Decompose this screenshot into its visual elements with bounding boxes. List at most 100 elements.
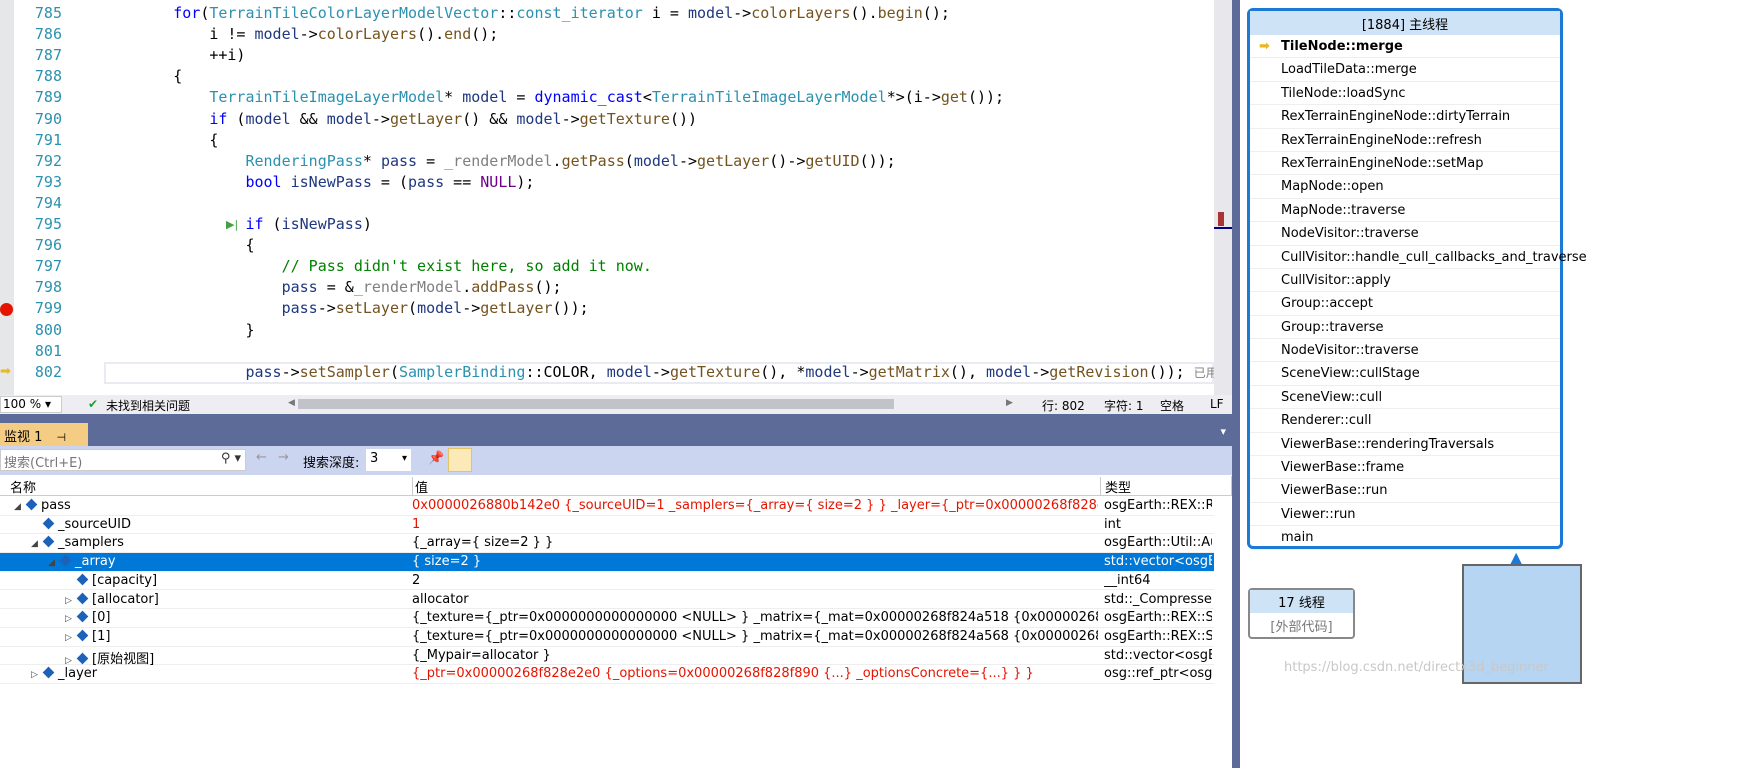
- name-text: [capacity]: [92, 572, 158, 588]
- show-raw-icon[interactable]: [448, 448, 472, 472]
- expand-icon[interactable]: ▷: [65, 633, 77, 643]
- filter-pin-icon[interactable]: 📌: [428, 451, 444, 466]
- watch-row[interactable]: _sourceUID 1 int: [0, 516, 1214, 535]
- breakpoint-icon[interactable]: [0, 303, 13, 316]
- value-cell[interactable]: {_texture={_ptr=0x0000000000000000 <NULL…: [412, 610, 1098, 625]
- stack-frame[interactable]: Viewer::run: [1250, 503, 1560, 527]
- code-line[interactable]: if (isNewPass): [110, 215, 371, 233]
- code-line[interactable]: pass->setLayer(model->getLayer());: [110, 299, 589, 317]
- code-line[interactable]: {: [110, 236, 254, 254]
- code-editor[interactable]: 785 for(TerrainTileColorLayerModelVector…: [0, 0, 1232, 395]
- stack-frame[interactable]: ViewerBase::renderingTraversals: [1250, 433, 1560, 457]
- scroll-left-icon[interactable]: ◀: [288, 398, 295, 408]
- watch-row[interactable]: ◢ _array { size=2 } std::vector<osgE...: [0, 553, 1214, 572]
- code-token: ->: [850, 362, 869, 381]
- expand-icon[interactable]: ▷: [65, 596, 77, 606]
- code-token: (: [408, 299, 418, 318]
- value-cell[interactable]: {_Mypair=allocator }: [412, 648, 1098, 663]
- stack-frame[interactable]: MapNode::traverse: [1250, 199, 1560, 223]
- code-line[interactable]: bool isNewPass = (pass == NULL);: [110, 173, 534, 191]
- value-cell[interactable]: 1: [412, 517, 1098, 532]
- value-cell[interactable]: { size=2 }: [412, 554, 1098, 569]
- line-ending[interactable]: LF: [1210, 397, 1224, 411]
- stack-frame[interactable]: ViewerBase::run: [1250, 479, 1560, 503]
- code-line[interactable]: for(TerrainTileColorLayerModelVector::co…: [110, 4, 950, 22]
- value-cell[interactable]: {_texture={_ptr=0x0000000000000000 <NULL…: [412, 629, 1098, 644]
- breakpoint-gutter[interactable]: [0, 0, 14, 395]
- code-line[interactable]: TerrainTileImageLayerModel* model = dyna…: [110, 88, 1004, 106]
- value-cell[interactable]: 2: [412, 573, 1098, 588]
- code-line[interactable]: i != model->colorLayers().end();: [110, 25, 498, 43]
- zoom-dropdown[interactable]: 100 % ▾: [0, 396, 62, 413]
- run-to-click-icon[interactable]: ▶|: [226, 218, 238, 231]
- stack-frame[interactable]: Group::traverse: [1250, 316, 1560, 340]
- value-cell[interactable]: {_ptr=0x00000268f828e2e0 {_options=0x000…: [412, 666, 1098, 681]
- code-line[interactable]: // Pass didn't exist here, so add it now…: [110, 257, 652, 275]
- code-token: ());: [552, 299, 589, 318]
- stack-frame[interactable]: TileNode::loadSync: [1250, 82, 1560, 106]
- watch-row[interactable]: ◢ pass 0x0000026880b142e0 {_sourceUID=1 _…: [0, 497, 1214, 516]
- stack-frame[interactable]: ➡ TileNode::merge: [1250, 35, 1560, 59]
- forward-icon[interactable]: →: [278, 450, 289, 465]
- code-line[interactable]: }: [110, 321, 254, 339]
- stack-frame[interactable]: SceneView::cull: [1250, 386, 1560, 410]
- watch-row[interactable]: ▷ [1] {_texture={_ptr=0x0000000000000000 …: [0, 628, 1214, 647]
- watch-row[interactable]: ▷ [0] {_texture={_ptr=0x0000000000000000 …: [0, 609, 1214, 628]
- horizontal-scrollbar[interactable]: [298, 399, 894, 409]
- value-cell[interactable]: 0x0000026880b142e0 {_sourceUID=1 _sample…: [412, 498, 1098, 513]
- stack-frame[interactable]: CullVisitor::apply: [1250, 269, 1560, 293]
- whitespace-mode[interactable]: 空格: [1160, 397, 1184, 414]
- vertical-scrollbar[interactable]: [1214, 0, 1232, 395]
- code-line[interactable]: {: [110, 131, 218, 149]
- panel-splitter[interactable]: [1232, 0, 1240, 768]
- issues-status[interactable]: 未找到相关问题: [106, 397, 190, 414]
- stack-frame[interactable]: Renderer::cull: [1250, 409, 1560, 433]
- code-line[interactable]: RenderingPass* pass = _renderModel.getPa…: [110, 152, 895, 170]
- column-type[interactable]: 类型: [1100, 477, 1131, 496]
- stack-frame[interactable]: CullVisitor::handle_cull_callbacks_and_t…: [1250, 246, 1587, 269]
- expand-icon[interactable]: ▷: [65, 656, 77, 666]
- expand-icon[interactable]: ▷: [31, 670, 43, 680]
- code-line[interactable]: pass = &_renderModel.addPass();: [110, 278, 562, 296]
- watch-row[interactable]: ▷ [原始视图] {_Mypair=allocator } std::vector…: [0, 647, 1214, 667]
- dropdown-icon[interactable]: ▾: [1220, 425, 1226, 438]
- scroll-right-icon[interactable]: ▶: [1006, 398, 1013, 408]
- expand-icon[interactable]: ◢: [14, 502, 26, 512]
- value-cell[interactable]: {_array={ size=2 } }: [412, 535, 1098, 550]
- watch-row[interactable]: ▷ [allocator] allocator std::_Compresse..…: [0, 591, 1214, 610]
- stack-frame[interactable]: ViewerBase::frame: [1250, 456, 1560, 480]
- back-icon[interactable]: ←: [256, 450, 267, 465]
- search-icon[interactable]: ⚲ ▾: [221, 451, 241, 466]
- value-cell[interactable]: allocator: [412, 592, 1098, 607]
- expand-icon[interactable]: ◢: [31, 539, 43, 549]
- panel-divider[interactable]: [0, 414, 1232, 423]
- tab-watch-1[interactable]: 监视 1 ⊣ ✕: [0, 423, 88, 460]
- stack-frame[interactable]: NodeVisitor::traverse: [1250, 222, 1560, 246]
- search-input[interactable]: 搜索(Ctrl+E) ⚲ ▾: [0, 449, 246, 471]
- stack-frame[interactable]: MapNode::open: [1250, 175, 1560, 199]
- scroll-position-marker: [1214, 227, 1232, 229]
- column-value[interactable]: 值: [412, 477, 428, 496]
- code-line[interactable]: {: [110, 67, 182, 85]
- expand-icon[interactable]: ▷: [65, 614, 77, 624]
- watch-row[interactable]: [capacity] 2 __int64: [0, 572, 1214, 591]
- threads-box[interactable]: 17 线程 [外部代码]: [1248, 588, 1355, 639]
- code-line[interactable]: pass->setSampler(SamplerBinding::COLOR, …: [110, 363, 1232, 381]
- column-name[interactable]: 名称: [10, 477, 36, 496]
- watch-row[interactable]: ◢ _samplers {_array={ size=2 } } osgEarth…: [0, 534, 1214, 554]
- stack-frame[interactable]: NodeVisitor::traverse: [1250, 339, 1560, 363]
- depth-dropdown[interactable]: 3 ▾: [366, 449, 411, 471]
- stack-frame[interactable]: RexTerrainEngineNode::refresh: [1250, 129, 1560, 152]
- stack-frame[interactable]: SceneView::cullStage: [1250, 362, 1560, 386]
- stack-frame[interactable]: RexTerrainEngineNode::dirtyTerrain: [1250, 105, 1560, 129]
- stack-frame[interactable]: LoadTileData::merge: [1250, 58, 1560, 82]
- stack-frame[interactable]: Group::accept: [1250, 292, 1560, 316]
- code-line[interactable]: if (model && model->getLayer() && model-…: [110, 110, 697, 128]
- stack-frame[interactable]: RexTerrainEngineNode::setMap: [1250, 152, 1560, 176]
- stack-frame[interactable]: main: [1250, 526, 1560, 550]
- line-number: 801: [34, 341, 62, 360]
- code-line[interactable]: ++i): [110, 46, 245, 64]
- pin-icon[interactable]: ⊣: [57, 431, 67, 444]
- expand-icon[interactable]: ◢: [48, 558, 60, 568]
- watch-row[interactable]: ▷ _layer {_ptr=0x00000268f828e2e0 {_optio…: [0, 665, 1214, 684]
